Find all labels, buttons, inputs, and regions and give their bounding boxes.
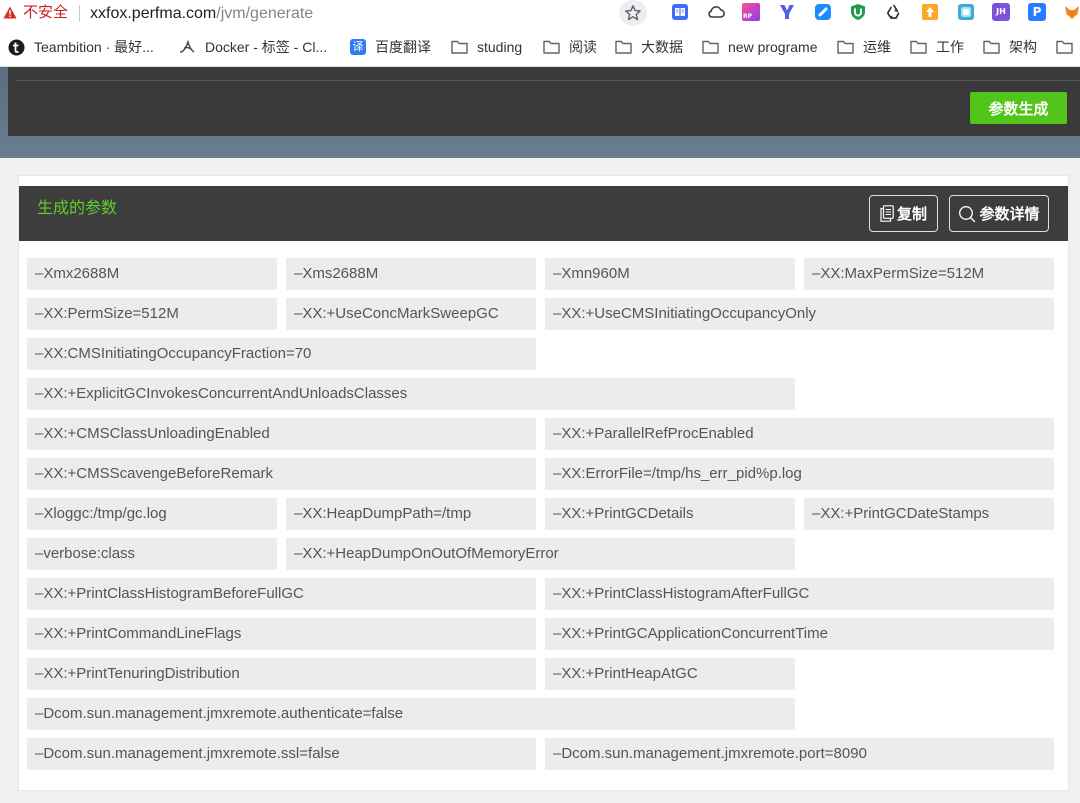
copy-button-label: 复制 bbox=[896, 206, 927, 223]
bookmark-folder-architecture[interactable]: 架构 bbox=[983, 37, 1037, 57]
result-card: 生成的参数 复制 参数详情 –Xmx2688M –Xms2688M –Xmn96… bbox=[19, 176, 1068, 790]
jh-extension-text: JH bbox=[996, 7, 1006, 16]
rp-extension-icon[interactable]: RP bbox=[742, 3, 760, 21]
copy-button[interactable]: 复制 bbox=[869, 195, 938, 232]
folder-icon bbox=[1056, 40, 1073, 54]
param-tag: –XX:+ParallelRefProcEnabled bbox=[545, 418, 1054, 450]
rp-extension-text: RP bbox=[743, 13, 753, 20]
param-tag: –XX:+PrintGCDateStamps bbox=[804, 498, 1054, 530]
bookmark-star-icon[interactable] bbox=[619, 0, 647, 26]
bookmark-baidu-translate[interactable]: 译 百度翻译 bbox=[350, 37, 431, 57]
bookmark-label: 大数据 bbox=[641, 39, 683, 55]
param-tag: –XX:MaxPermSize=512M bbox=[804, 258, 1054, 290]
folder-icon bbox=[543, 40, 560, 54]
shield-extension-icon[interactable] bbox=[849, 3, 867, 21]
recycle-extension-icon[interactable] bbox=[885, 3, 903, 21]
param-tag: –Xmx2688M bbox=[27, 258, 277, 290]
bookmark-label: new programe bbox=[728, 39, 818, 55]
not-secure-label[interactable]: 不安全 bbox=[23, 3, 68, 23]
url-path: /jvm/generate bbox=[216, 5, 314, 22]
bookmark-docker[interactable]: Docker - 标签 - Cl... bbox=[178, 37, 327, 57]
p-extension-icon[interactable]: P bbox=[1028, 3, 1046, 21]
param-tag: –XX:+CMSClassUnloadingEnabled bbox=[27, 418, 536, 450]
jh-extension-icon[interactable]: JH bbox=[992, 3, 1010, 21]
warning-icon bbox=[3, 6, 17, 19]
folder-icon bbox=[702, 40, 719, 54]
param-tag: –Dcom.sun.management.jmxremote.port=8090 bbox=[545, 738, 1054, 770]
result-title: 生成的参数 bbox=[37, 200, 118, 217]
bookmark-label: 工作 bbox=[936, 39, 964, 55]
url-text[interactable]: xxfox.perfma.com/jvm/generate bbox=[90, 3, 313, 24]
cloud-extension-icon[interactable] bbox=[706, 3, 725, 21]
param-tag: –XX:+HeapDumpOnOutOfMemoryError bbox=[286, 538, 795, 570]
bookmark-label: Teambition · 最好... bbox=[34, 39, 154, 55]
generator-form-panel: 参数生成 bbox=[8, 67, 1080, 136]
result-card-header: 生成的参数 复制 参数详情 bbox=[19, 186, 1068, 241]
folder-icon bbox=[983, 40, 1000, 54]
param-tag: –Xms2688M bbox=[286, 258, 536, 290]
param-tag: –XX:HeapDumpPath=/tmp bbox=[286, 498, 536, 530]
url-divider bbox=[79, 5, 80, 22]
param-tag: –XX:+PrintClassHistogramAfterFullGC bbox=[545, 578, 1054, 610]
param-tag: –XX:+PrintHeapAtGC bbox=[545, 658, 795, 690]
bookmark-label: 运维 bbox=[863, 39, 891, 55]
bookmark-label: 架构 bbox=[1009, 39, 1037, 55]
bookmark-label: studing bbox=[477, 39, 523, 55]
fox-extension-icon[interactable] bbox=[1063, 3, 1080, 21]
bookmark-folder-work[interactable]: 工作 bbox=[910, 37, 964, 57]
bookmark-folder-new-programe[interactable]: new programe bbox=[702, 37, 818, 57]
param-tag: –XX:CMSInitiatingOccupancyFraction=70 bbox=[27, 338, 536, 370]
param-tag: –XX:PermSize=512M bbox=[27, 298, 277, 330]
bookmark-folder-overflow[interactable] bbox=[1056, 37, 1073, 57]
param-tag: –XX:+PrintGCApplicationConcurrentTime bbox=[545, 618, 1054, 650]
form-divider bbox=[16, 80, 1080, 81]
address-bar[interactable]: 不安全 xxfox.perfma.com/jvm/generate bbox=[0, 0, 656, 27]
folder-icon bbox=[837, 40, 854, 54]
y-extension-icon[interactable] bbox=[778, 3, 796, 21]
param-tag: –XX:+UseConcMarkSweepGC bbox=[286, 298, 536, 330]
param-tag: –XX:+PrintCommandLineFlags bbox=[27, 618, 536, 650]
bookmark-label: 百度翻译 bbox=[375, 39, 431, 55]
bookmark-teambition[interactable]: Teambition · 最好... bbox=[8, 37, 154, 57]
param-tag: –XX:+PrintGCDetails bbox=[545, 498, 795, 530]
param-tag: –XX:+PrintClassHistogramBeforeFullGC bbox=[27, 578, 536, 610]
url-host: xxfox.perfma.com bbox=[90, 5, 217, 22]
param-tag: –Dcom.sun.management.jmxremote.authentic… bbox=[27, 698, 795, 730]
param-tag: –XX:+ExplicitGCInvokesConcurrentAndUnloa… bbox=[27, 378, 795, 410]
bookmarks-bar: Teambition · 最好... Docker - 标签 - Cl... 译… bbox=[0, 28, 1080, 67]
param-grid: –Xmx2688M –Xms2688M –Xmn960M –XX:MaxPerm… bbox=[27, 258, 1068, 770]
docker-icon bbox=[178, 39, 196, 55]
teal-extension-icon[interactable] bbox=[957, 3, 975, 21]
param-tag: –XX:ErrorFile=/tmp/hs_err_pid%p.log bbox=[545, 458, 1054, 490]
bookmark-label: Docker - 标签 - Cl... bbox=[205, 39, 328, 55]
bookmark-folder-ops[interactable]: 运维 bbox=[837, 37, 891, 57]
baidu-translate-icon: 译 bbox=[350, 39, 366, 55]
param-tag: –XX:+UseCMSInitiatingOccupancyOnly bbox=[545, 298, 1054, 330]
teambition-icon bbox=[8, 39, 25, 56]
bookmark-folder-bigdata[interactable]: 大数据 bbox=[615, 37, 683, 57]
orange-extension-icon[interactable] bbox=[921, 3, 939, 21]
browser-toolbar: 不安全 xxfox.perfma.com/jvm/generate RP JH … bbox=[0, 0, 1080, 28]
bookmark-folder-reading[interactable]: 阅读 bbox=[543, 37, 597, 57]
reader-extension-icon[interactable] bbox=[671, 3, 689, 21]
param-tag: –XX:+PrintTenuringDistribution bbox=[27, 658, 536, 690]
param-tag: –XX:+CMSScavengeBeforeRemark bbox=[27, 458, 536, 490]
folder-icon bbox=[615, 40, 632, 54]
param-tag: –Xmn960M bbox=[545, 258, 795, 290]
folder-icon bbox=[451, 40, 468, 54]
blue-extension-icon[interactable] bbox=[814, 3, 832, 21]
search-icon bbox=[958, 205, 976, 223]
bookmark-label: 阅读 bbox=[569, 39, 597, 55]
bookmark-folder-studing[interactable]: studing bbox=[451, 37, 522, 57]
param-tag: –Dcom.sun.management.jmxremote.ssl=false bbox=[27, 738, 536, 770]
param-details-button[interactable]: 参数详情 bbox=[949, 195, 1049, 232]
folder-icon bbox=[910, 40, 927, 54]
param-tag: –verbose:class bbox=[27, 538, 277, 570]
p-extension-text: P bbox=[1032, 5, 1042, 19]
param-tag: –Xloggc:/tmp/gc.log bbox=[27, 498, 277, 530]
generate-params-button[interactable]: 参数生成 bbox=[970, 92, 1067, 124]
param-details-button-label: 参数详情 bbox=[979, 206, 1040, 223]
copy-icon bbox=[880, 205, 894, 222]
